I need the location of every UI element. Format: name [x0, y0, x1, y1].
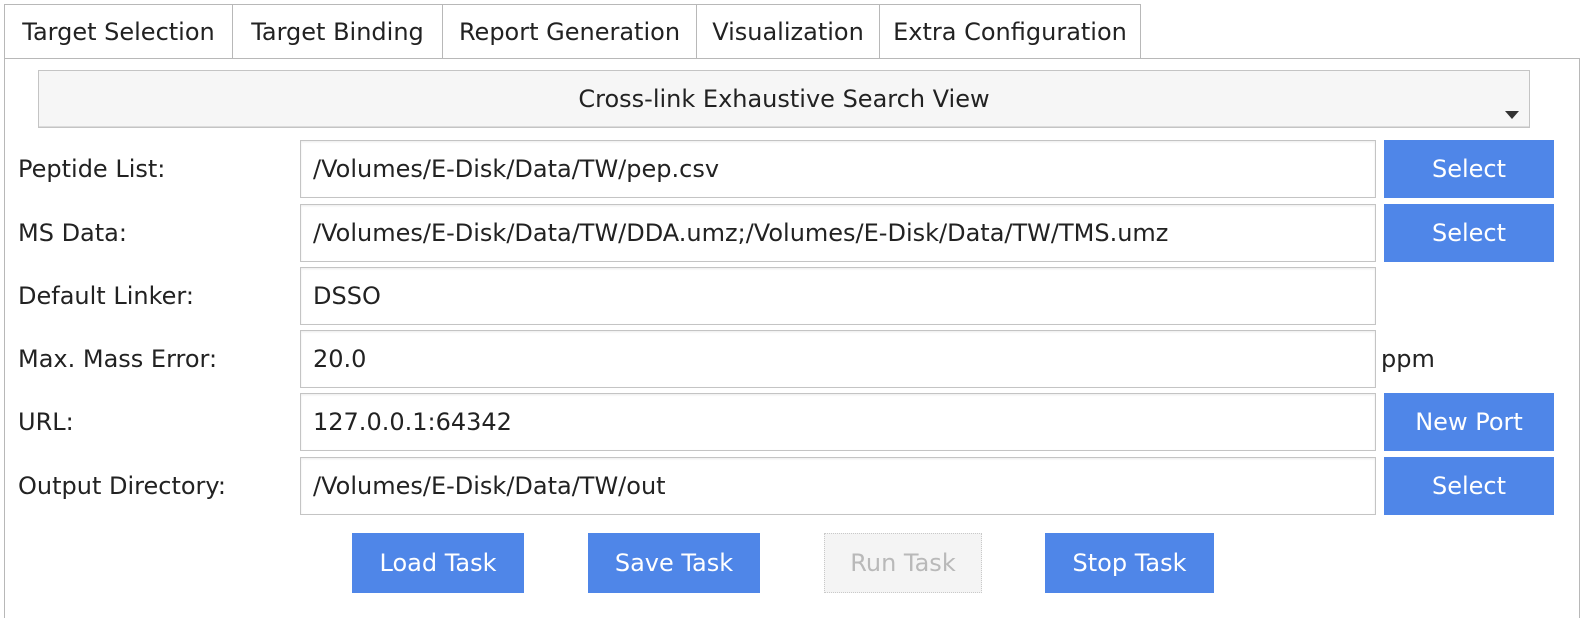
- tab-target-binding[interactable]: Target Binding: [232, 4, 443, 59]
- chevron-down-icon: [1505, 111, 1519, 119]
- ms-data-select-button[interactable]: Select: [1384, 204, 1554, 262]
- tab-report-generation[interactable]: Report Generation: [442, 4, 697, 59]
- view-selector-value: Cross-link Exhaustive Search View: [578, 85, 990, 113]
- run-task-button[interactable]: Run Task: [824, 533, 982, 593]
- view-selector[interactable]: Cross-link Exhaustive Search View: [38, 70, 1530, 128]
- max-mass-error-input[interactable]: 20.0: [300, 330, 1376, 388]
- default-linker-label: Default Linker:: [18, 282, 194, 310]
- output-directory-select-button[interactable]: Select: [1384, 457, 1554, 515]
- ms-data-label: MS Data:: [18, 219, 127, 247]
- url-input[interactable]: 127.0.0.1:64342: [300, 393, 1376, 451]
- output-directory-input[interactable]: /Volumes/E-Disk/Data/TW/out: [300, 457, 1376, 515]
- tab-extra-configuration[interactable]: Extra Configuration: [879, 4, 1141, 59]
- default-linker-input[interactable]: DSSO: [300, 267, 1376, 325]
- peptide-list-label: Peptide List:: [18, 155, 166, 183]
- output-directory-label: Output Directory:: [18, 472, 226, 500]
- max-mass-error-label: Max. Mass Error:: [18, 345, 218, 373]
- tab-target-selection[interactable]: Target Selection: [4, 4, 233, 59]
- peptide-list-input[interactable]: /Volumes/E-Disk/Data/TW/pep.csv: [300, 140, 1376, 198]
- new-port-button[interactable]: New Port: [1384, 393, 1554, 451]
- save-task-button[interactable]: Save Task: [588, 533, 760, 593]
- tab-visualization[interactable]: Visualization: [696, 4, 880, 59]
- tab-bar: Target Selection Target Binding Report G…: [4, 4, 1141, 59]
- url-label: URL:: [18, 408, 74, 436]
- load-task-button[interactable]: Load Task: [352, 533, 524, 593]
- stop-task-button[interactable]: Stop Task: [1045, 533, 1214, 593]
- peptide-list-select-button[interactable]: Select: [1384, 140, 1554, 198]
- max-mass-error-unit: ppm: [1381, 345, 1435, 373]
- ms-data-input[interactable]: /Volumes/E-Disk/Data/TW/DDA.umz;/Volumes…: [300, 204, 1376, 262]
